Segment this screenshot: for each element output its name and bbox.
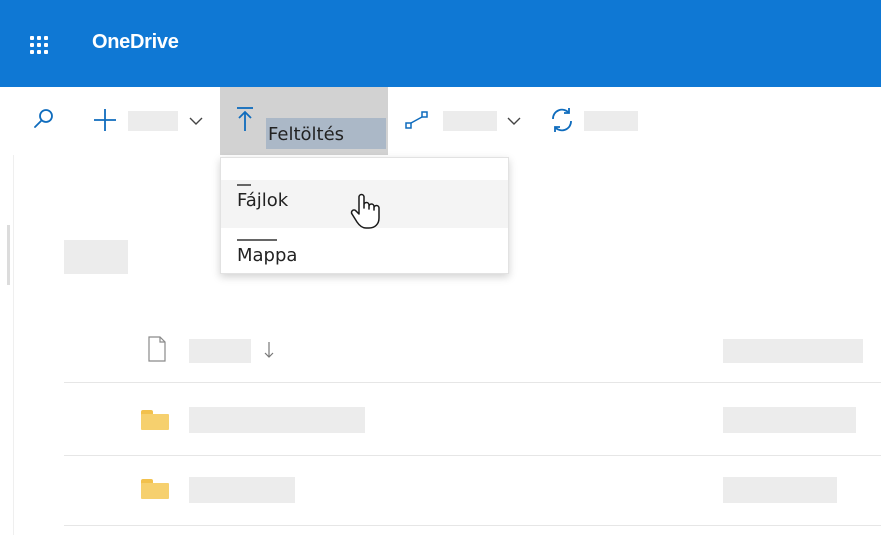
flow-label-placeholder[interactable] bbox=[443, 111, 497, 131]
hand-cursor-icon bbox=[350, 193, 380, 229]
sort-arrow-down-icon[interactable] bbox=[263, 340, 275, 360]
row-divider bbox=[64, 382, 881, 383]
name-column-placeholder[interactable] bbox=[189, 339, 251, 363]
chevron-down-icon[interactable] bbox=[189, 116, 203, 126]
flow-icon[interactable] bbox=[405, 110, 429, 132]
command-bar bbox=[0, 87, 881, 155]
file-type-icon bbox=[148, 336, 166, 362]
app-title[interactable]: OneDrive bbox=[92, 31, 179, 54]
app-header: OneDrive bbox=[0, 0, 881, 87]
page-title-placeholder bbox=[64, 240, 128, 274]
upload-icon bbox=[237, 107, 253, 131]
search-icon[interactable] bbox=[32, 107, 56, 131]
item-date-placeholder bbox=[723, 407, 856, 433]
row-divider bbox=[64, 525, 881, 526]
menu-item-label: Fájlok bbox=[237, 190, 289, 211]
sync-icon[interactable] bbox=[548, 106, 576, 134]
menu-item-label: Mappa bbox=[237, 245, 298, 266]
folder-icon bbox=[141, 479, 169, 499]
scroll-indicator[interactable] bbox=[7, 225, 10, 285]
row-divider bbox=[64, 455, 881, 456]
item-name-placeholder[interactable] bbox=[189, 477, 295, 503]
chevron-down-icon[interactable] bbox=[507, 116, 521, 126]
upload-label[interactable]: Feltöltés bbox=[268, 124, 344, 145]
ghost-text bbox=[237, 184, 251, 186]
left-pane-edge bbox=[0, 155, 14, 535]
modified-column-placeholder[interactable] bbox=[723, 339, 863, 363]
new-label-placeholder[interactable] bbox=[128, 111, 178, 131]
plus-icon[interactable] bbox=[92, 107, 118, 133]
folder-icon bbox=[141, 410, 169, 430]
item-date-placeholder bbox=[723, 477, 837, 503]
sync-label-placeholder[interactable] bbox=[584, 111, 638, 131]
menu-item-folder[interactable]: Mappa bbox=[221, 228, 508, 276]
ghost-text bbox=[237, 239, 277, 241]
item-name-placeholder[interactable] bbox=[189, 407, 365, 433]
app-launcher-icon[interactable] bbox=[30, 36, 50, 56]
